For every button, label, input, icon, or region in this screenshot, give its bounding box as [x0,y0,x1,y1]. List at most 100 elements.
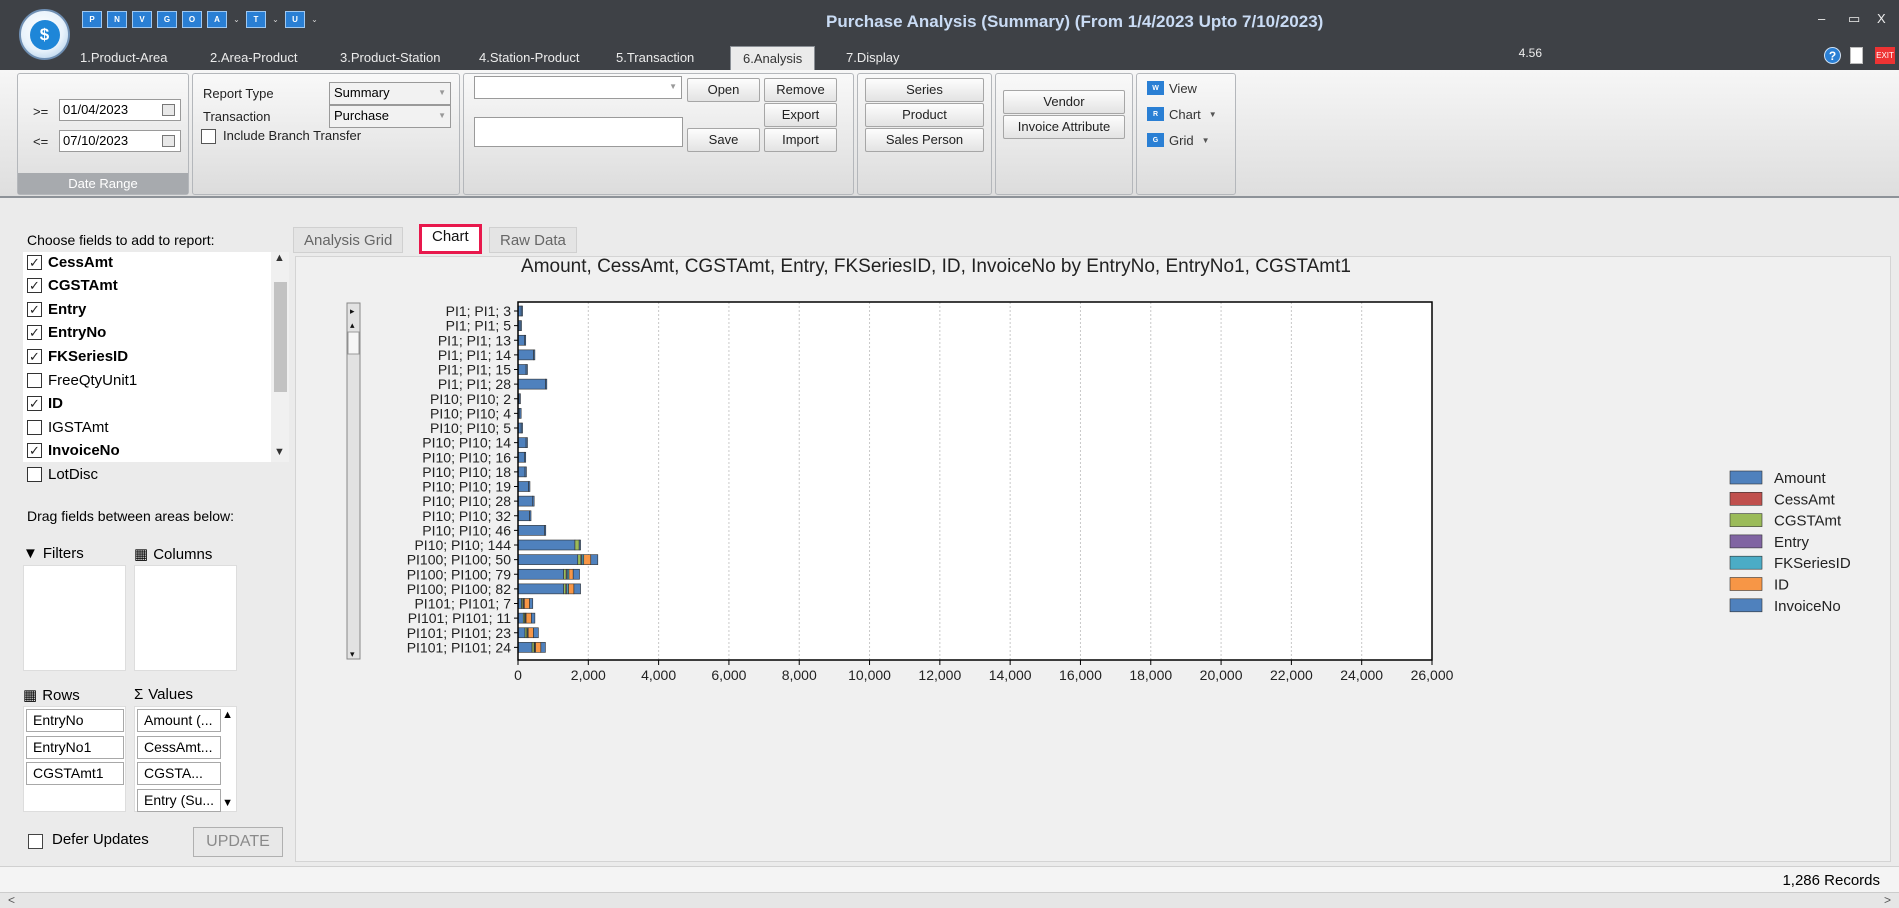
field-label: CessAmt [48,253,114,271]
chevron-down-icon[interactable]: ⌄ [310,15,319,24]
scroll-right-icon[interactable]: ▸ [350,306,355,316]
quick-access-button[interactable]: G [157,11,177,28]
ribbon-tab[interactable]: 1.Product-Area [68,46,179,70]
field-list-scrollbar[interactable]: ▲ ▼ [271,252,289,462]
document-icon[interactable] [1850,47,1863,64]
scroll-up-icon[interactable]: ▲ [222,709,233,721]
layout-name-input[interactable] [474,117,683,147]
row-field-chip[interactable]: EntryNo [26,709,124,732]
help-icon[interactable]: ? [1824,47,1841,64]
axis-scroll-thumb[interactable] [347,331,360,355]
include-branch-checkbox[interactable] [201,129,216,144]
maximize-button[interactable]: ▭ [1848,11,1860,27]
from-date-picker[interactable]: 01/04/2023 [59,99,181,121]
grid-button[interactable]: G Grid ▼ [1147,129,1209,151]
series-button[interactable]: Series [865,78,984,102]
save-button[interactable]: Save [687,128,760,152]
field-list-item[interactable]: LotDisc [27,463,98,485]
field-list-item[interactable]: ✓ Entry [27,298,86,320]
field-checkbox[interactable]: ✓ [27,325,42,341]
field-checkbox[interactable]: ✓ [27,301,42,317]
chevron-down-icon[interactable]: ⌄ [271,15,280,24]
ribbon-tab[interactable]: 6.Analysis [730,46,816,70]
quick-access-button[interactable]: O [182,11,202,28]
quick-access-button[interactable]: U [285,11,305,28]
scroll-down-icon[interactable]: ▾ [350,649,355,659]
update-button[interactable]: UPDATE [193,827,283,857]
field-list-item[interactable]: FreeQtyUnit1 [27,369,137,391]
view-tab[interactable]: Raw Data [489,227,577,253]
field-list-item[interactable]: ✓ CessAmt [27,251,113,273]
field-list-item[interactable]: IGSTAmt [27,416,109,438]
scroll-down-icon[interactable]: ▼ [222,797,233,809]
scroll-left-icon[interactable]: < [8,893,15,907]
ribbon-tab[interactable]: 4.Station-Product [467,46,591,70]
quick-access-button[interactable]: P [82,11,102,28]
to-date-picker[interactable]: 07/10/2023 [59,130,181,152]
defer-updates-checkbox[interactable] [28,834,43,849]
value-field-chip[interactable]: Amount (... [137,709,221,732]
field-checkbox[interactable]: ✓ [27,396,42,412]
invoice-attribute-button[interactable]: Invoice Attribute [1003,115,1125,139]
field-checkbox[interactable] [27,419,42,435]
axis-scroll-track[interactable] [346,302,361,660]
scroll-right-icon[interactable]: > [1884,893,1891,907]
ribbon-tab[interactable]: 2.Area-Product [198,46,309,70]
layout-select[interactable]: ▼ [474,76,682,99]
chart-button[interactable]: R Chart ▼ [1147,103,1217,125]
row-field-chip[interactable]: EntryNo1 [26,735,124,759]
quick-access-button[interactable]: A [207,11,227,28]
axis-scrollbar[interactable]: ▸ ▴ ▾ [346,302,361,660]
field-checkbox[interactable]: ✓ [27,278,42,294]
value-field-chip[interactable]: Entry (Su... [137,788,221,812]
ribbon-tab[interactable]: 7.Display [834,46,911,70]
open-button[interactable]: Open [687,78,760,102]
remove-button[interactable]: Remove [764,78,837,102]
values-drop-zone[interactable]: Amount (... CessAmt... CGSTA... Entry (Su..… [134,706,237,812]
export-button[interactable]: Export [764,103,837,127]
field-checkbox[interactable]: ✓ [27,443,42,459]
product-button[interactable]: Product [865,103,984,127]
field-list-item[interactable]: ✓ FKSeriesID [27,345,128,367]
calendar-icon[interactable] [162,104,175,116]
view-tab[interactable]: Analysis Grid [293,227,404,253]
scroll-up-icon[interactable]: ▲ [274,252,285,264]
field-list-item[interactable]: ✓ ID [27,393,63,415]
view-button[interactable]: W View [1147,77,1197,99]
field-list-item[interactable]: ✓ EntryNo [27,322,106,344]
row-field-chip[interactable]: CGSTAmt1 [26,762,124,785]
quick-access-button[interactable]: V [132,11,152,28]
value-field-chip[interactable]: CessAmt... [137,735,221,759]
import-button[interactable]: Import [764,128,837,152]
calendar-icon[interactable] [162,135,175,147]
view-tab[interactable]: Chart [419,224,482,254]
field-checkbox[interactable] [27,466,42,482]
scroll-up-icon[interactable]: ▴ [350,320,355,330]
value-field-chip[interactable]: CGSTA... [137,762,221,785]
vendor-button[interactable]: Vendor [1003,90,1125,114]
app-logo[interactable]: $ [19,9,70,60]
field-checkbox[interactable]: ✓ [27,254,42,270]
rows-drop-zone[interactable]: EntryNo EntryNo1 CGSTAmt1 [23,706,126,812]
quick-access-button[interactable]: T [246,11,266,28]
filters-drop-zone[interactable] [23,565,126,671]
field-list-item[interactable]: ✓ CGSTAmt [27,275,118,297]
transaction-select[interactable]: Purchase ▼ [329,105,451,128]
scroll-down-icon[interactable]: ▼ [274,446,285,458]
field-checkbox[interactable]: ✓ [27,348,42,364]
minimize-button[interactable]: – [1818,11,1825,26]
ribbon-tab[interactable]: 3.Product-Station [328,46,452,70]
report-type-select[interactable]: Summary ▼ [329,82,451,105]
ribbon-tab[interactable]: 5.Transaction [604,46,706,70]
chevron-down-icon[interactable]: ⌄ [232,15,241,24]
scroll-thumb[interactable] [274,282,287,392]
close-button[interactable]: X [1877,11,1886,26]
horizontal-scrollbar[interactable]: < > [0,892,1899,908]
field-list-item[interactable]: ✓ InvoiceNo [27,440,120,462]
columns-drop-zone[interactable] [134,565,237,671]
date-range-group: >= 01/04/2023 <= 07/10/2023 Date Range [17,73,189,195]
exit-icon[interactable]: EXIT [1875,47,1895,64]
field-checkbox[interactable] [27,372,42,388]
sales-person-button[interactable]: Sales Person [865,128,984,152]
quick-access-button[interactable]: N [107,11,127,28]
